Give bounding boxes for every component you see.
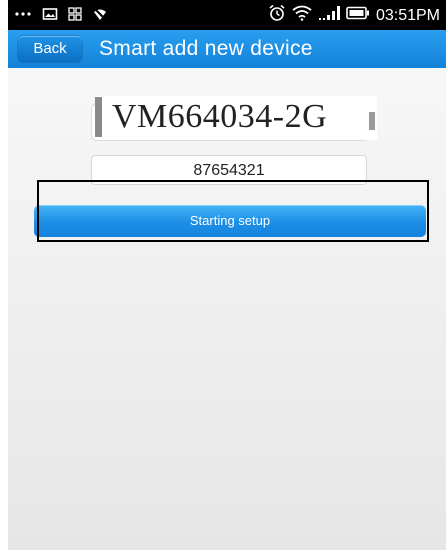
battery-icon: [346, 6, 370, 25]
more-icon: [14, 6, 32, 27]
page-title: Smart add new device: [99, 37, 313, 60]
status-time: 03:51PM: [375, 6, 440, 24]
status-bar-right: 03:51PM: [268, 4, 440, 27]
alarm-icon: [268, 4, 286, 27]
image-icon: [42, 6, 58, 27]
signal-off-icon: [92, 6, 108, 27]
text-cursor-right-marker: [369, 112, 375, 130]
status-bar-left: [14, 6, 108, 27]
password-input[interactable]: 87654321: [91, 155, 367, 185]
wifi-icon: [292, 5, 312, 26]
cell-signal-icon: [318, 5, 340, 26]
app-screen: 03:51PM Back Smart add new device VM6640…: [8, 0, 446, 550]
device-id-value: VM664034-2G: [112, 98, 328, 135]
status-bar: 03:51PM: [8, 0, 446, 30]
back-button[interactable]: Back: [18, 36, 82, 62]
starting-setup-button[interactable]: Starting setup: [34, 205, 426, 237]
app-grid-icon: [68, 7, 82, 26]
title-bar: Back Smart add new device: [8, 30, 446, 68]
text-cursor-left-marker: [95, 97, 102, 137]
